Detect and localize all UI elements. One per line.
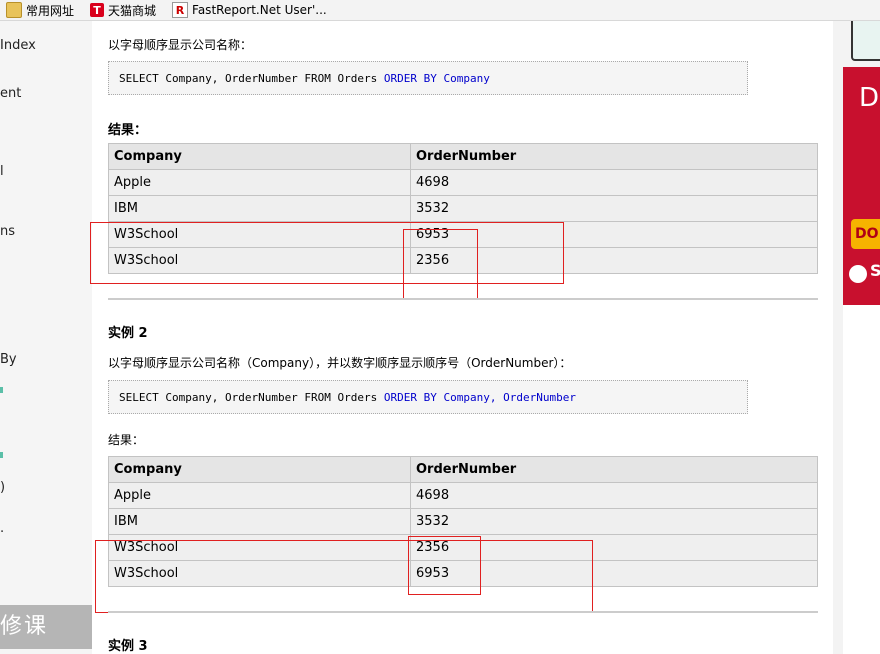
section-divider [108, 298, 818, 300]
sidebar-item-dot[interactable]: . [0, 521, 4, 536]
bookmark-tmall[interactable]: T 天猫商城 [84, 0, 156, 20]
folder-icon [6, 2, 22, 18]
bookmark-common-sites[interactable]: 常用网址 [0, 0, 74, 20]
table-cell: 4698 [410, 482, 818, 509]
example2-description: 以字母顺序显示公司名称（Company），并以数字顺序显示顺序号（OrderNu… [108, 356, 572, 370]
table-row: Apple 4698 [108, 482, 818, 509]
section-divider [108, 611, 818, 613]
column-header: Company [108, 143, 411, 170]
bookmark-label: 天猫商城 [108, 3, 157, 18]
sql-keyword: ORDER BY Company [383, 72, 490, 85]
fastreport-icon: R [172, 2, 189, 18]
bookmark-fastreport[interactable]: R FastReport.Net User'... [166, 0, 327, 20]
sidebar-bullet [0, 387, 3, 393]
sidebar-item-index[interactable]: Index [0, 38, 36, 53]
table-cell: Apple [108, 169, 411, 196]
table-row: Apple 4698 [108, 169, 818, 196]
table-cell: 3532 [410, 195, 818, 222]
example1-code-block: SELECT Company, OrderNumber FROM Orders … [108, 61, 748, 95]
ad-headline: D [859, 83, 880, 113]
example3-title: 实例 3 [108, 639, 148, 654]
table-header-row: Company OrderNumber [108, 456, 818, 483]
bookmarks-bar: 常用网址 T 天猫商城 R FastReport.Net User'... [0, 0, 880, 21]
example1-result-label: 结果： [108, 123, 148, 138]
tmall-icon: T [90, 3, 105, 17]
column-header: Company [108, 456, 411, 483]
table-cell: 3532 [410, 508, 818, 535]
sidebar-bullet [0, 452, 3, 458]
ad-download-button[interactable]: DO [851, 219, 880, 249]
sidebar-item-by[interactable]: By [0, 352, 17, 367]
bookmark-label: 常用网址 [26, 3, 75, 18]
sql-text: SELECT Company, OrderNumber FROM Orders [119, 72, 378, 85]
column-header: OrderNumber [410, 456, 818, 483]
sidebar-item-paren[interactable]: ) [0, 480, 5, 495]
phone-icon [851, 21, 880, 61]
annotation-box [90, 222, 564, 284]
table-row: IBM 3532 [108, 195, 818, 222]
sidebar-item-ns[interactable]: ns [0, 224, 15, 239]
page-gutter [833, 21, 843, 654]
advertisement-banner[interactable]: D DO S [843, 21, 880, 305]
sidebar-promo[interactable]: 修课 [0, 605, 92, 649]
table-header-row: Company OrderNumber [108, 143, 818, 170]
main-content: 以字母顺序显示公司名称： SELECT Company, OrderNumber… [90, 21, 833, 654]
sidebar-item-l[interactable]: l [0, 164, 4, 179]
annotation-box [403, 229, 478, 300]
table-cell: IBM [108, 195, 411, 222]
table-cell: IBM [108, 508, 411, 535]
table-cell: Apple [108, 482, 411, 509]
sql-text: SELECT Company, OrderNumber FROM Orders [119, 391, 378, 404]
example1-description: 以字母顺序显示公司名称： [108, 38, 253, 52]
table-cell: 4698 [410, 169, 818, 196]
column-header: OrderNumber [410, 143, 818, 170]
example2-title: 实例 2 [108, 326, 148, 341]
annotation-box [95, 540, 593, 613]
annotation-box [408, 536, 481, 595]
sql-keyword: ORDER BY Company, OrderNumber [383, 391, 576, 404]
ad-logo-icon [849, 265, 867, 283]
example2-code-block: SELECT Company, OrderNumber FROM Orders … [108, 380, 748, 414]
example2-result-label: 结果： [108, 433, 145, 447]
table-row: IBM 3532 [108, 508, 818, 535]
left-sidebar: Index ent l ns By ) . 修课 [0, 21, 92, 654]
bookmark-label: FastReport.Net User'... [192, 3, 327, 17]
ad-brand: S [870, 261, 880, 280]
sidebar-item-ent[interactable]: ent [0, 86, 21, 101]
